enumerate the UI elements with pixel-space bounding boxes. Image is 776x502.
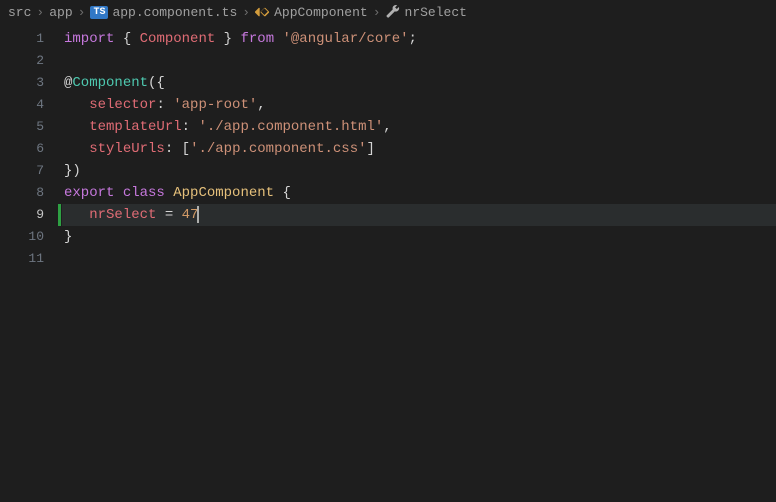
breadcrumb-item-file[interactable]: TS app.component.ts	[90, 5, 237, 20]
breadcrumb-class-label: AppComponent	[274, 5, 368, 20]
line-number: 2	[0, 50, 44, 72]
line-number: 8	[0, 182, 44, 204]
code-line[interactable]: templateUrl: './app.component.html',	[62, 116, 776, 138]
breadcrumb-item-property[interactable]: nrSelect	[386, 5, 467, 20]
typescript-badge: TS	[90, 6, 108, 19]
code-line[interactable]: styleUrls: ['./app.component.css']	[62, 138, 776, 160]
breadcrumb-item-src[interactable]: src	[8, 5, 31, 20]
line-number: 1	[0, 28, 44, 50]
line-number: 7	[0, 160, 44, 182]
code-line-active[interactable]: nrSelect = 47	[62, 204, 776, 226]
code-line[interactable]: export class AppComponent {	[62, 182, 776, 204]
breadcrumb-item-app[interactable]: app	[49, 5, 72, 20]
code-line[interactable]	[62, 248, 776, 270]
code-line[interactable]: selector: 'app-root',	[62, 94, 776, 116]
chevron-right-icon: ›	[36, 5, 44, 20]
chevron-right-icon: ›	[242, 5, 250, 20]
code-area[interactable]: import { Component } from '@angular/core…	[62, 26, 776, 502]
code-line[interactable]	[62, 50, 776, 72]
code-line[interactable]: })	[62, 160, 776, 182]
code-editor[interactable]: 1 2 3 4 5 6 7 8 9 10 11 import { Compone…	[0, 26, 776, 502]
breadcrumb-file-label: app.component.ts	[112, 5, 237, 20]
code-line[interactable]: import { Component } from '@angular/core…	[62, 28, 776, 50]
line-number: 9	[0, 204, 44, 226]
chevron-right-icon: ›	[373, 5, 381, 20]
line-number: 5	[0, 116, 44, 138]
line-number: 10	[0, 226, 44, 248]
code-line[interactable]: @Component({	[62, 72, 776, 94]
line-number: 3	[0, 72, 44, 94]
code-line[interactable]: }	[62, 226, 776, 248]
git-modified-indicator	[58, 204, 61, 226]
breadcrumb-property-label: nrSelect	[405, 5, 467, 20]
line-number: 11	[0, 248, 44, 270]
line-number: 6	[0, 138, 44, 160]
wrench-icon	[386, 5, 401, 20]
breadcrumb[interactable]: src › app › TS app.component.ts › AppCom…	[0, 0, 776, 26]
text-cursor	[197, 206, 199, 223]
class-icon	[255, 5, 270, 20]
chevron-right-icon: ›	[78, 5, 86, 20]
line-number-gutter: 1 2 3 4 5 6 7 8 9 10 11	[0, 26, 62, 502]
breadcrumb-item-class[interactable]: AppComponent	[255, 5, 368, 20]
line-number: 4	[0, 94, 44, 116]
